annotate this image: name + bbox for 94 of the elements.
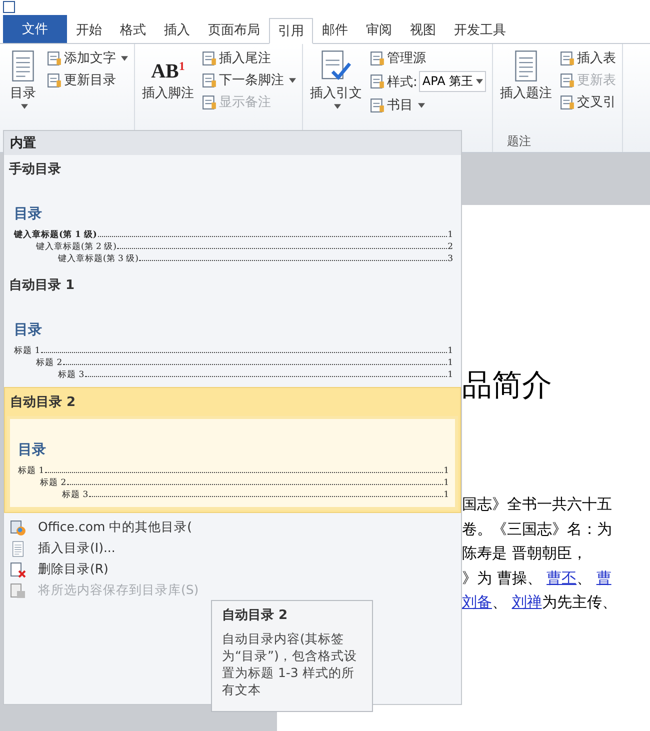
body-text: 为先主传、 <box>542 593 617 611</box>
tooltip-title: 自动目录 2 <box>222 607 289 624</box>
small-ribbon-button[interactable]: 插入尾注 <box>200 48 298 68</box>
toc-entry-text: 标题 1 <box>18 465 44 477</box>
caret-icon <box>334 104 341 109</box>
page-number: 1 <box>444 477 449 489</box>
gallery-item[interactable]: 自动目录 1 目录 标题 1 1 标题 2 1 标题 3 1 <box>4 271 461 387</box>
page-number: 1 <box>448 229 453 241</box>
menu-item[interactable]: 插入目录(I)... <box>4 538 461 559</box>
link[interactable]: 刘禅 <box>512 593 542 611</box>
tooltip-text: 自动目录内容(其标签为“目录”)，包含格式设置为标题 1-3 样式的所有文本 <box>222 630 358 698</box>
large-ribbon-button[interactable]: 插入题注 <box>497 48 556 104</box>
toc-entry-text: 标题 2 <box>40 477 66 489</box>
ribbon-tab[interactable]: 格式 <box>111 17 155 43</box>
section-header: 内置 <box>4 131 461 155</box>
delete-document-icon <box>10 562 26 578</box>
app-icon[interactable] <box>3 1 15 13</box>
caret-icon <box>418 102 425 108</box>
caret-icon <box>121 56 128 60</box>
link[interactable]: 曹 <box>596 568 612 586</box>
small-ribbon-button[interactable]: 管理源 <box>368 48 488 68</box>
document-icon <box>560 72 576 88</box>
caret-icon <box>21 104 28 109</box>
document-icon <box>560 94 576 110</box>
small-ribbon-button[interactable]: 插入表 <box>558 48 618 68</box>
style-label: 样式: <box>387 74 418 90</box>
document-icon <box>370 98 385 112</box>
body-text: 、 <box>576 568 593 586</box>
caret-icon <box>289 78 296 82</box>
body-text: 》为 曹操、 <box>462 568 543 586</box>
toc-entry-text: 标题 3 <box>58 369 84 381</box>
small-ribbon-button[interactable]: 书目 <box>368 95 488 115</box>
office-icon <box>10 520 26 536</box>
page-number: 1 <box>448 369 453 381</box>
ribbon-tab[interactable]: 邮件 <box>313 17 357 43</box>
footnote-icon-text: AB$^{1}$ <box>151 58 185 82</box>
body-text: 卷。《三国志》名：为 <box>462 520 612 538</box>
document-icon <box>202 94 217 110</box>
toc-entry-text: 标题 3 <box>62 489 88 501</box>
page-number: 1 <box>448 345 453 357</box>
large-ribbon-button[interactable]: 目录 <box>4 48 42 111</box>
document-icon <box>10 540 26 556</box>
group-label: 题注 <box>506 133 532 150</box>
caret-icon <box>476 79 484 84</box>
link[interactable]: 刘备 <box>462 593 492 611</box>
document-icon <box>202 72 217 88</box>
ribbon-tab[interactable]: 视图 <box>401 17 445 43</box>
gallery-item-title: 自动目录 1 <box>8 277 76 295</box>
small-ribbon-button[interactable]: 交叉引 <box>558 92 618 112</box>
gallery-item[interactable]: 自动目录 2 目录 标题 1 1 标题 2 1 标题 3 1 <box>4 387 461 513</box>
toc-entry-text: 键入章标题(第 1 级) <box>14 229 97 241</box>
small-ribbon-button[interactable]: 添加文字 <box>45 48 130 68</box>
file-tab[interactable]: 文件 <box>3 15 67 43</box>
page-number: 2 <box>448 241 453 253</box>
page-number: 1 <box>448 357 453 369</box>
large-ribbon-button[interactable]: AB$^{1}$ 插入脚注 <box>139 48 197 104</box>
gallery-item[interactable]: 手动目录 目录 键入章标题(第 1 级) 1 键入章标题(第 2 级) 2 键入章标题(第 3 级) 3 <box>4 155 461 271</box>
ribbon-tab[interactable]: 插入 <box>155 17 199 43</box>
page-number: 1 <box>444 465 449 477</box>
document-heading: 品简介 <box>462 367 553 405</box>
body-text: 国志》全书一共六十五 <box>462 495 612 513</box>
body-text: 、 <box>492 593 508 611</box>
toc-heading: 目录 <box>18 441 47 459</box>
document-icon <box>370 74 385 89</box>
small-ribbon-button[interactable]: 下一条脚注 <box>200 70 298 90</box>
gallery-item-title: 自动目录 2 <box>9 394 77 412</box>
toc-heading: 目录 <box>14 321 43 339</box>
toc-entry-text: 标题 1 <box>14 345 40 357</box>
ribbon-tab[interactable]: 审阅 <box>357 17 401 43</box>
toc-entry-text: 键入章标题(第 2 级) <box>36 241 116 253</box>
small-ribbon-button[interactable]: 更新目录 <box>45 70 130 90</box>
ribbon-tab[interactable]: 开始 <box>67 17 111 43</box>
document-save-icon <box>10 582 26 598</box>
citation-icon <box>320 50 352 82</box>
toc-entry-text: 标题 2 <box>36 357 62 369</box>
ribbon-tab[interactable]: 引用 <box>269 18 313 44</box>
style-dropdown[interactable]: APA 第王 <box>419 71 486 92</box>
document-icon <box>202 50 217 66</box>
link[interactable]: 曹丕 <box>546 568 577 586</box>
ribbon-tab[interactable]: 开发工具 <box>445 17 515 43</box>
page-number: 1 <box>444 489 449 501</box>
toc-entry-text: 键入章标题(第 3 级) <box>58 253 138 265</box>
large-ribbon-button[interactable]: 插入引文 <box>307 48 365 111</box>
menu-item[interactable]: 删除目录(R) <box>4 559 461 580</box>
document-icon <box>370 50 385 66</box>
body-text: 陈寿是 晋朝朝臣， <box>462 544 587 562</box>
toc-heading: 目录 <box>14 205 43 223</box>
ribbon-tab[interactable]: 页面布局 <box>199 17 269 43</box>
menu-item[interactable]: Office.com 中的其他目录( <box>4 517 461 538</box>
gallery-item-title: 手动目录 <box>8 160 62 179</box>
page-number: 3 <box>448 253 453 265</box>
document-icon <box>47 72 62 88</box>
document-icon <box>560 50 576 66</box>
document-icon <box>47 50 62 66</box>
